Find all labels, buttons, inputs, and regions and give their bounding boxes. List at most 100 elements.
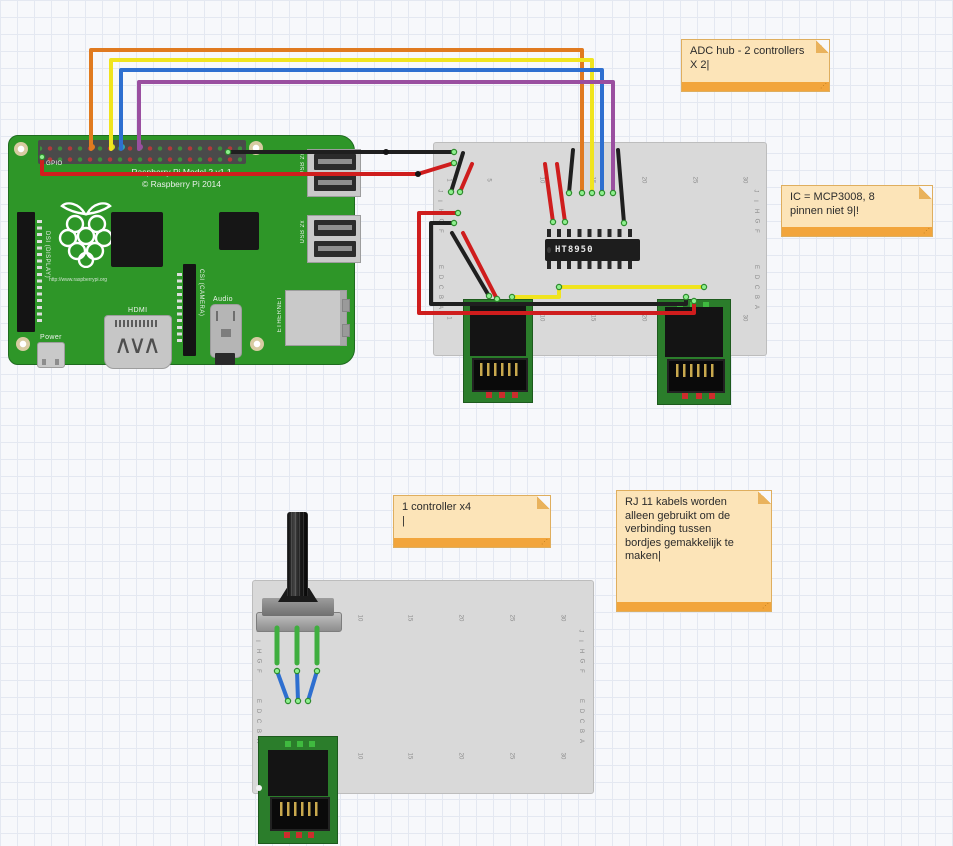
usb-slot [314,241,356,257]
resize-grip-icon[interactable]: ⋰ [820,82,827,91]
bb-row-label: D [578,709,584,713]
pi-model-text: Raspberry Pi Model 2 v1.1 [94,167,269,177]
bb-row-label: H [578,649,584,653]
gpio-pin-orange[interactable] [89,144,95,150]
bb-row-label: H [437,209,443,213]
usb-tongue [318,180,352,185]
rj11-jack [268,750,328,796]
csi-connector[interactable] [183,264,196,356]
gpio-pin-blue[interactable] [119,144,125,150]
rj11-jack [665,307,723,357]
ic-chip[interactable]: HT8950 [545,239,640,261]
wire-bendpoint[interactable] [383,149,389,155]
rj11-pad-red [296,832,302,838]
usb-port-top[interactable] [307,149,361,197]
rj11-gold-pins [480,363,520,376]
bb-row-label: E [437,265,443,269]
bb-row-label: F [255,669,261,673]
bb-row-label: F [437,229,443,233]
note-bar [682,82,829,91]
hdmi-pin-art [115,320,159,327]
resize-grip-icon[interactable]: ⋰ [923,227,930,236]
note-text[interactable]: IC = MCP3008, 8 pinnen niet 9|! [790,191,924,218]
rj11-board-hole [256,785,262,791]
bb-column-label: 30 [559,615,565,622]
resize-grip-icon[interactable]: ⋰ [762,602,769,611]
potentiometer[interactable] [256,512,340,630]
bb-column-label: 10 [538,315,544,322]
note-bar [782,227,932,236]
fritzing-breadboard-canvas: GPIO Raspberry Pi Model 2 v1.1 © Raspber… [0,0,953,846]
power-label: Power [40,334,62,341]
usb-controller-chip [219,212,259,250]
power-detail [55,359,59,365]
note-text[interactable]: 1 controller x4 | [402,501,542,528]
gpio-pin-purple[interactable] [137,144,143,150]
bb-column-label: 15 [589,177,595,184]
rj11-pad-red [284,832,290,838]
bb-row-label: G [437,219,443,224]
audio-jack-nub [215,353,235,365]
gpio-label: GPIO [46,161,63,167]
usb2-label: USB 2x [300,220,306,243]
rj11-port-opening [472,358,528,392]
rj11-pad-red [696,393,702,399]
bb-column-label: 15 [589,315,595,322]
usb-port-bottom[interactable] [307,215,361,263]
hdmi-label: HDMI [128,307,148,314]
soc-chip [111,212,163,267]
rj11-board-2[interactable] [657,299,731,405]
usb-slot [314,220,356,236]
hdmi-connector-art: ∧∨∧ [114,330,157,359]
bb-column-label: 20 [640,315,646,322]
rj11-gold-pins [676,364,718,377]
audio-jack[interactable] [210,304,242,358]
ethernet-contact [342,324,350,337]
note-text[interactable]: RJ 11 kabels worden alleen gebruikt om d… [625,496,763,564]
pot-shaft[interactable] [287,512,308,596]
bb-row-label: D [437,275,443,279]
bb-column-label: 25 [691,177,697,184]
rj11-pad-green [285,741,291,747]
sticky-note-controller[interactable]: 1 controller x4 | ⋰ [393,495,551,548]
pi-url-text: http://www.raspberrypi.org [49,277,107,283]
bb-row-label: J [753,190,759,193]
resize-grip-icon[interactable]: ⋰ [541,538,548,547]
sticky-note-rj11[interactable]: RJ 11 kabels worden alleen gebruikt om d… [616,490,772,612]
bb-row-label: E [255,699,261,703]
bb-row-label: F [578,669,584,673]
raspberry-pi-board[interactable]: GPIO Raspberry Pi Model 2 v1.1 © Raspber… [8,135,355,365]
bb-row-label: C [255,719,261,723]
audio-detail [233,311,235,321]
dsi-connector[interactable] [17,212,35,332]
dsi-pins [37,220,42,324]
bb-row-label: H [753,209,759,213]
bb-row-label: H [255,649,261,653]
gpio-pin-yellow[interactable] [109,144,115,150]
gpio-header[interactable] [38,140,246,164]
bb-row-label: B [437,295,443,299]
bb-row-label: I [752,200,758,202]
power-micro-usb[interactable] [37,342,65,368]
rj11-port-opening [667,359,725,393]
bb-row-label: E [578,699,584,703]
mounting-hole [250,337,264,351]
bb-row-label: G [578,659,584,664]
ethernet-port[interactable] [285,290,347,346]
wire-bendpoint[interactable] [415,171,421,177]
ic-legs-top [547,229,638,237]
bb-column-label: 5 [486,178,492,181]
usb-slot [314,175,356,191]
usb1-label: USB 2x [300,152,306,175]
rj11-jack [470,306,526,356]
sticky-note-adc-hub[interactable]: ADC hub - 2 controllers X 2| ⋰ [681,39,830,92]
hdmi-port[interactable]: ∧∨∧ [104,315,172,369]
note-text[interactable]: ADC hub - 2 controllers X 2| [690,45,821,72]
ethernet-label: ETHERNET [277,296,283,332]
ic-notch [547,247,551,253]
rj11-pad-red [499,392,505,398]
rj11-board-3[interactable] [258,736,338,844]
note-bar [617,602,771,611]
rj11-board-1[interactable] [463,299,533,403]
sticky-note-ic[interactable]: IC = MCP3008, 8 pinnen niet 9|! ⋰ [781,185,933,237]
